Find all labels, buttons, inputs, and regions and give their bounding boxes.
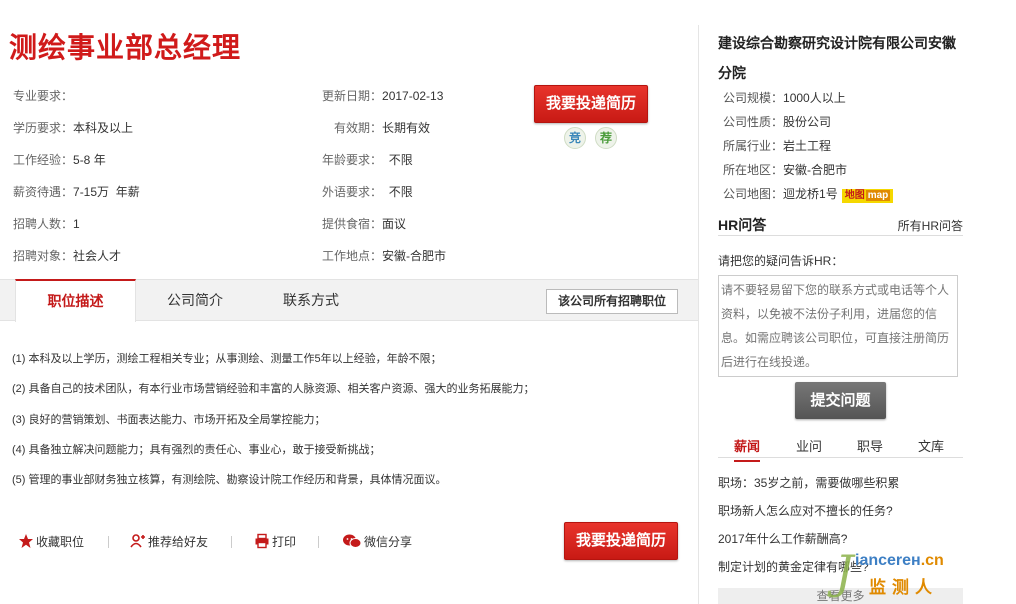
company-sidebar: 建设综合勘察研究设计院有限公司安徽分院 公司规模：1000人以上 公司性质：股份… — [718, 0, 963, 604]
field-validity: 有效期：长期有效 — [334, 121, 431, 135]
map-badge[interactable]: 地图 map — [841, 189, 894, 203]
action-separator — [318, 536, 319, 548]
job-detail-panel: 测绘事业部总经理 专业要求： 学历要求：本科及以上 工作经验：5-8 年 薪资待… — [0, 0, 698, 604]
site-watermark-logo: J iancerен.cn 监测人 — [835, 545, 985, 601]
description-line-5: (5) 管理的事业部财务独立核算，有测绘院、勘察设计院工作经历和背景，具体情况面… — [12, 474, 447, 486]
column-divider — [698, 25, 699, 604]
recommend-badge[interactable]: 荐 — [595, 127, 617, 149]
field-major: 专业要求： — [13, 89, 74, 103]
all-hr-qa-link[interactable]: 所有HR问答 — [898, 217, 963, 234]
field-age: 年龄要求： 不限 — [322, 153, 413, 167]
apply-resume-button[interactable]: 我要投递简历 — [534, 85, 648, 123]
watermark-label: 监测人 — [869, 578, 938, 597]
company-map: 公司地图：迴龙桥1号 地图 map — [723, 185, 894, 203]
detail-tabbar: 职位描述 公司简介 联系方式 该公司所有招聘职位 — [0, 279, 698, 322]
tab-company-intro[interactable]: 公司简介 — [150, 280, 240, 321]
hr-qa-title: HR问答 — [718, 217, 767, 233]
description-line-3: (3) 良好的营销策划、书面表达能力、市场开拓及全局掌控能力； — [12, 414, 326, 426]
field-target: 招聘对象：社会人才 — [13, 249, 122, 263]
company-size: 公司规模：1000人以上 — [723, 91, 846, 105]
description-line-4: (4) 具备独立解决问题能力；具有强烈的责任心、事业心，敢于接受新挑战； — [12, 444, 381, 456]
company-name[interactable]: 建设综合勘察研究设计院有限公司安徽分院 — [718, 28, 963, 88]
share-people-icon — [130, 534, 145, 548]
tab-questions[interactable]: 业问 — [796, 436, 822, 455]
watermark-letter: J — [835, 545, 854, 599]
field-education: 学历要求：本科及以上 — [13, 121, 134, 135]
field-accommodation: 提供食宿：面议 — [322, 217, 407, 231]
printer-icon — [255, 533, 269, 549]
company-region: 所在地区：安徽-合肥市 — [723, 163, 848, 177]
field-salary: 薪资待遇：7-15万 年薪 — [13, 185, 140, 199]
field-location: 工作地点：安徽-合肥市 — [322, 249, 447, 263]
wechat-share-button[interactable]: 微信分享 — [342, 533, 412, 551]
print-button[interactable]: 打印 — [254, 533, 296, 551]
favorite-job-button[interactable]: 收藏职位 — [18, 533, 84, 551]
company-industry: 所属行业：岩土工程 — [723, 139, 832, 153]
news-item[interactable]: 职场：35岁之前，需要做哪些积累 — [718, 474, 899, 491]
tab-library[interactable]: 文库 — [918, 436, 944, 455]
job-title: 测绘事业部总经理 — [9, 32, 242, 63]
field-update-date: 更新日期：2017-02-13 — [322, 89, 444, 103]
tab-guide[interactable]: 职导 — [857, 436, 883, 455]
field-experience: 工作经验：5-8 年 — [13, 153, 106, 167]
submit-question-button[interactable]: 提交问题 — [795, 382, 886, 419]
tab-news[interactable]: 薪闻 — [734, 436, 761, 462]
field-headcount: 招聘人数：1 — [13, 217, 80, 231]
compete-badge[interactable]: 竞 — [564, 127, 586, 149]
star-icon — [19, 534, 33, 548]
description-line-1: (1) 本科及以上学历，测绘工程相关专业；从事测绘、测量工作5年以上经验，年龄不… — [12, 353, 442, 365]
all-company-jobs-button[interactable]: 该公司所有招聘职位 — [546, 289, 678, 314]
tab-job-description[interactable]: 职位描述 — [15, 279, 136, 322]
apply-resume-button-bottom[interactable]: 我要投递简历 — [564, 522, 678, 560]
company-type: 公司性质：股份公司 — [723, 115, 832, 129]
recommend-friend-button[interactable]: 推荐给好友 — [130, 533, 208, 551]
news-tabs: 薪闻 业问 职导 文库 — [718, 430, 963, 462]
action-separator — [108, 536, 109, 548]
description-line-2: (2) 具备自己的技术团队，有本行业市场营销经验和丰富的人脉资源、相关客户资源、… — [12, 383, 535, 395]
wechat-icon — [343, 534, 362, 548]
news-item[interactable]: 2017年什么工作薪酬高? — [718, 530, 847, 547]
news-item[interactable]: 职场新人怎么应对不擅长的任务? — [718, 502, 893, 519]
tab-contact[interactable]: 联系方式 — [266, 280, 356, 321]
watermark-site: iancerен.cn — [855, 552, 944, 569]
action-separator — [231, 536, 232, 548]
hr-prompt: 请把您的疑问告诉HR： — [718, 254, 844, 268]
field-language: 外语要求： 不限 — [322, 185, 413, 199]
hr-qa-header: HR问答 所有HR问答 — [718, 212, 963, 236]
hr-question-input[interactable] — [718, 275, 958, 377]
